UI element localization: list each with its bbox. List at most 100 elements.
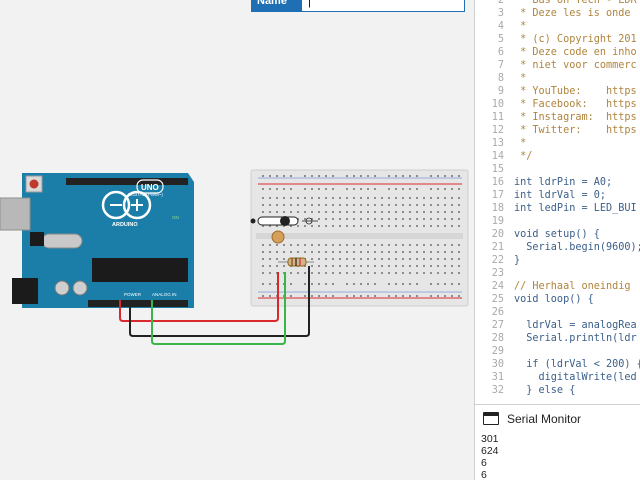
digital-label: DIGITAL (PWM~) (128, 192, 163, 197)
power-analog-header (88, 300, 188, 307)
code-line[interactable]: 16 int ldrPin = A0; (475, 176, 612, 189)
serial-output-line: 6 (481, 469, 487, 480)
serial-output-line: 6 (481, 457, 487, 469)
line-number: 3 (497, 8, 504, 19)
on-led-label: ON (172, 215, 179, 220)
line-number: 28 (491, 333, 504, 344)
serial-monitor-header[interactable]: Serial Monitor (475, 405, 640, 431)
line-code: // Herhaal oneindig (514, 281, 631, 292)
code-line[interactable]: 25 void loop() { (475, 293, 594, 306)
code-line[interactable]: 12 * Twitter: https (475, 124, 637, 137)
line-number: 7 (497, 60, 504, 71)
code-line[interactable]: 18 int ledPin = LED_BUI (475, 202, 637, 215)
serial-output-line: 624 (481, 445, 499, 457)
code-line[interactable]: 24 // Herhaal oneindig (475, 280, 631, 293)
line-code: int ldrVal = 0; (514, 190, 607, 201)
line-number: 13 (491, 138, 504, 149)
code-line[interactable]: 19 (475, 215, 514, 228)
line-code: void loop() { (514, 294, 594, 305)
line-code: int ledPin = LED_BUI (514, 203, 637, 214)
line-number: 16 (491, 177, 504, 188)
code-editor[interactable]: 2 * Bas on Tech - LDR 3 * Deze les is ond… (474, 0, 640, 404)
line-number: 18 (491, 203, 504, 214)
line-code: ldrVal = analogRea (514, 320, 637, 331)
serial-monitor-title: Serial Monitor (507, 412, 582, 426)
serial-monitor-icon (483, 412, 499, 425)
line-number: 24 (491, 281, 504, 292)
line-number: 26 (491, 307, 504, 318)
line-number: 17 (491, 190, 504, 201)
circuit-canvas[interactable]: Name | ARDUINO UNO DIGITAL (PWM~) POWER … (0, 0, 474, 480)
code-line[interactable]: 10 * Facebook: https (475, 98, 637, 111)
line-code: * Facebook: https (514, 99, 637, 110)
serial-output-line: 301 (481, 433, 499, 445)
code-line[interactable]: 6 * Deze code en inho (475, 46, 637, 59)
line-code: int ldrPin = A0; (514, 177, 613, 188)
reset-button[interactable] (29, 179, 39, 189)
line-code: } else { (514, 385, 576, 396)
line-number: 2 (497, 0, 504, 6)
arduino-uno-board[interactable]: ARDUINO UNO DIGITAL (PWM~) POWER ANALOG … (0, 173, 194, 308)
line-number: 29 (491, 346, 504, 357)
code-line[interactable]: 22} (475, 254, 520, 267)
line-code: void setup() { (514, 229, 600, 240)
code-line[interactable]: 11 * Instagram: https (475, 111, 637, 124)
line-code: * Twitter: https (514, 125, 637, 136)
code-line[interactable]: 30 if (ldrVal < 200) { (475, 358, 640, 371)
line-number: 32 (491, 385, 504, 396)
line-code: } (514, 255, 521, 266)
line-number: 8 (497, 73, 504, 84)
line-number: 11 (491, 112, 504, 123)
code-line[interactable]: 23 (475, 267, 514, 280)
code-line[interactable]: 28 Serial.println(ldr (475, 332, 637, 345)
line-code: * Deze code en inho (514, 47, 637, 58)
line-code: * Instagram: https (514, 112, 637, 123)
code-line[interactable]: 31 digitalWrite(led (475, 371, 637, 384)
line-number: 31 (491, 372, 504, 383)
code-line[interactable]: 4 * (475, 20, 526, 33)
digital-header (66, 178, 188, 185)
line-number: 12 (491, 125, 504, 136)
code-line[interactable]: 15 (475, 163, 514, 176)
code-line[interactable]: 32 } else { (475, 384, 576, 397)
power-label: POWER (124, 292, 142, 297)
line-number: 5 (497, 34, 504, 45)
code-line[interactable]: 20 void setup() { (475, 228, 600, 241)
line-number: 9 (497, 86, 504, 97)
line-code: * (514, 21, 527, 32)
code-line[interactable]: 8 * (475, 72, 526, 85)
line-number: 30 (491, 359, 504, 370)
code-line[interactable]: 3 * Deze les is onde (475, 7, 631, 20)
line-number: 25 (491, 294, 504, 305)
line-code: * (c) Copyright 201 (514, 34, 637, 45)
line-code: * (514, 73, 527, 84)
code-line[interactable]: 9 * YouTube: https (475, 85, 637, 98)
power-jack (12, 278, 38, 304)
code-line[interactable]: 27 ldrVal = analogRea (475, 319, 637, 332)
usb-port (0, 197, 31, 231)
line-number: 4 (497, 21, 504, 32)
code-line[interactable]: 17 int ldrVal = 0; (475, 189, 606, 202)
code-line[interactable]: 7 * niet voor commerc (475, 59, 637, 72)
line-number: 27 (491, 320, 504, 331)
line-number: 19 (491, 216, 504, 227)
code-line[interactable]: 26 (475, 306, 514, 319)
code-line[interactable]: 13 * (475, 137, 527, 150)
line-code: digitalWrite(led (514, 372, 637, 383)
line-number: 23 (491, 268, 504, 279)
serial-monitor-panel[interactable]: Serial Monitor 301 624 6 6 (474, 404, 640, 480)
line-number: 20 (491, 229, 504, 240)
line-code: * (514, 138, 527, 149)
code-line[interactable]: 5 * (c) Copyright 201 (475, 33, 637, 46)
atmega-chip (92, 258, 188, 282)
line-code: */ (514, 151, 533, 162)
code-line[interactable]: 21 Serial.begin(9600); (475, 241, 640, 254)
code-line[interactable]: 2 * Bas on Tech - LDR (475, 0, 637, 7)
line-code: * Bas on Tech - LDR (514, 0, 637, 6)
code-line[interactable]: 29 (475, 345, 514, 358)
code-line[interactable]: 14 */ (475, 150, 533, 163)
line-code: Serial.println(ldr (514, 333, 637, 344)
